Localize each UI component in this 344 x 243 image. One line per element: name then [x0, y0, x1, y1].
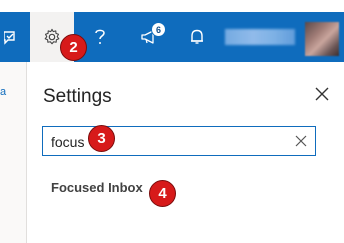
notifications-button[interactable]: [182, 12, 212, 62]
clear-search-icon[interactable]: [294, 134, 308, 148]
step-marker-3: 3: [88, 125, 115, 152]
feedback-icon: [4, 31, 15, 45]
close-icon[interactable]: [314, 86, 330, 102]
help-button[interactable]: [84, 12, 116, 62]
account-name-redacted[interactable]: [225, 29, 295, 45]
search-input-value: focus: [51, 134, 85, 150]
gear-icon: [44, 28, 60, 45]
feedback-button[interactable]: [0, 12, 24, 62]
step-marker-2: 2: [60, 34, 87, 61]
bell-icon: [191, 29, 203, 44]
notification-count-badge: 6: [151, 22, 166, 37]
help-icon: [95, 29, 105, 44]
page-title: Settings: [43, 86, 112, 107]
step-marker-4: 4: [149, 180, 176, 207]
avatar[interactable]: [305, 22, 339, 56]
search-result-focused-inbox[interactable]: Focused Inbox: [51, 180, 143, 195]
search-input[interactable]: focus: [42, 126, 316, 156]
whats-new-button[interactable]: 6: [132, 12, 168, 62]
left-pane-link[interactable]: a: [0, 86, 6, 98]
